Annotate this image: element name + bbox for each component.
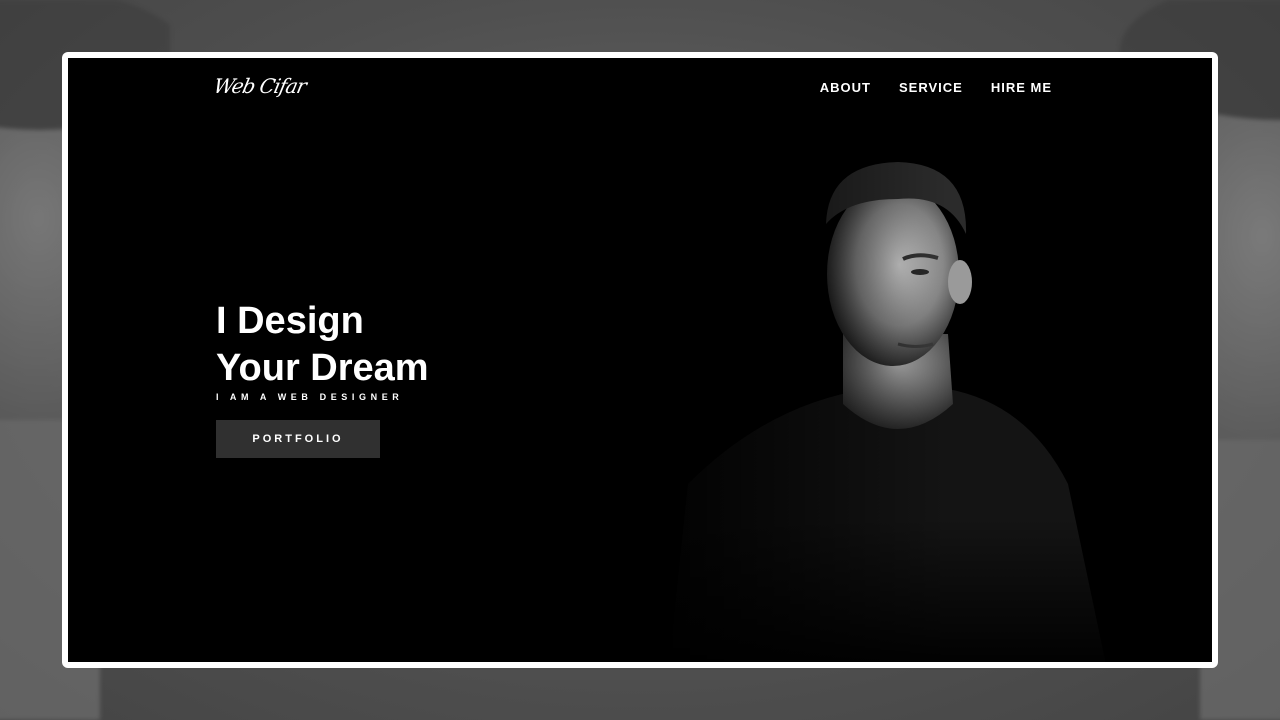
headline-line-1: I Design — [216, 300, 364, 342]
hero-section: I Design Your Dream I AM A WEB DESIGNER … — [216, 298, 429, 458]
portrait-photo — [648, 154, 1128, 662]
top-navigation: ABOUT SERVICE HIRE ME — [820, 80, 1052, 95]
signature-logo[interactable]: Web Cifar — [211, 70, 308, 110]
portfolio-button[interactable]: PORTFOLIO — [216, 420, 380, 458]
video-thumbnail-stage: Web Cifar ABOUT SERVICE HIRE ME I Design… — [0, 0, 1280, 720]
logo-text: Web Cifar — [211, 74, 309, 98]
nav-item-about[interactable]: ABOUT — [820, 80, 871, 95]
nav-item-service[interactable]: SERVICE — [899, 80, 963, 95]
website-screen: Web Cifar ABOUT SERVICE HIRE ME I Design… — [68, 58, 1212, 662]
headline-line-2: Your Dream — [216, 347, 429, 389]
nav-item-hire-me[interactable]: HIRE ME — [991, 80, 1052, 95]
website-preview-frame: Web Cifar ABOUT SERVICE HIRE ME I Design… — [62, 52, 1218, 668]
hero-subtitle: I AM A WEB DESIGNER — [216, 392, 404, 402]
